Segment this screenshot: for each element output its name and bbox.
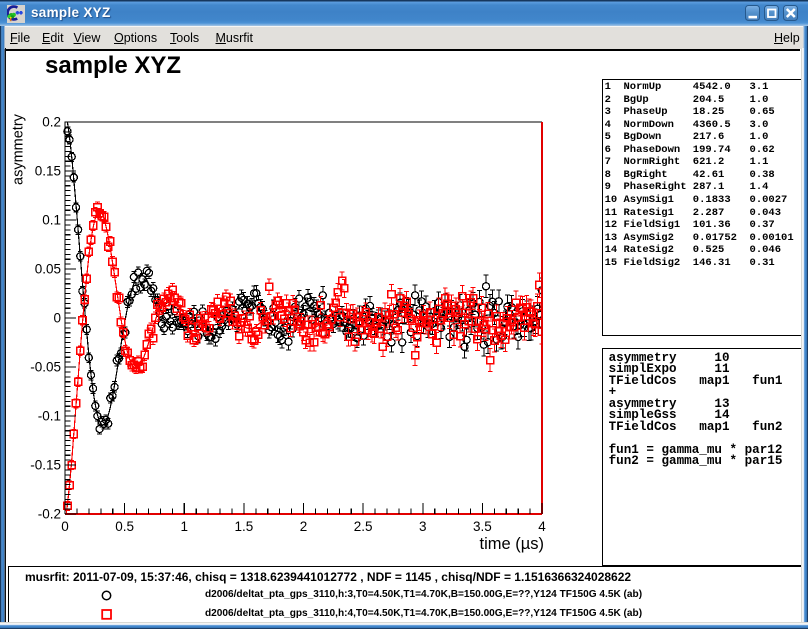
svg-text:1.5: 1.5 (235, 519, 254, 534)
svg-text:0: 0 (53, 311, 61, 326)
svg-text:0: 0 (61, 519, 69, 534)
svg-text:0.15: 0.15 (35, 164, 61, 179)
svg-text:1: 1 (180, 519, 188, 534)
svg-text:0.2: 0.2 (42, 115, 61, 130)
svg-text:-0.15: -0.15 (30, 458, 61, 473)
svg-text:3: 3 (419, 519, 427, 534)
svg-text:0.1: 0.1 (42, 213, 61, 228)
svg-text:-0.05: -0.05 (30, 360, 61, 375)
svg-text:0.05: 0.05 (35, 262, 61, 277)
svg-text:-0.1: -0.1 (38, 409, 61, 424)
svg-text:time (µs): time (µs) (479, 535, 544, 553)
svg-text:2.5: 2.5 (354, 519, 373, 534)
svg-text:0.5: 0.5 (115, 519, 134, 534)
svg-text:2: 2 (300, 519, 308, 534)
svg-text:4: 4 (538, 519, 546, 534)
svg-text:sample XYZ: sample XYZ (45, 52, 181, 79)
svg-text:3.5: 3.5 (473, 519, 492, 534)
svg-text:asymmetry: asymmetry (11, 113, 27, 185)
svg-text:-0.2: -0.2 (38, 507, 61, 522)
